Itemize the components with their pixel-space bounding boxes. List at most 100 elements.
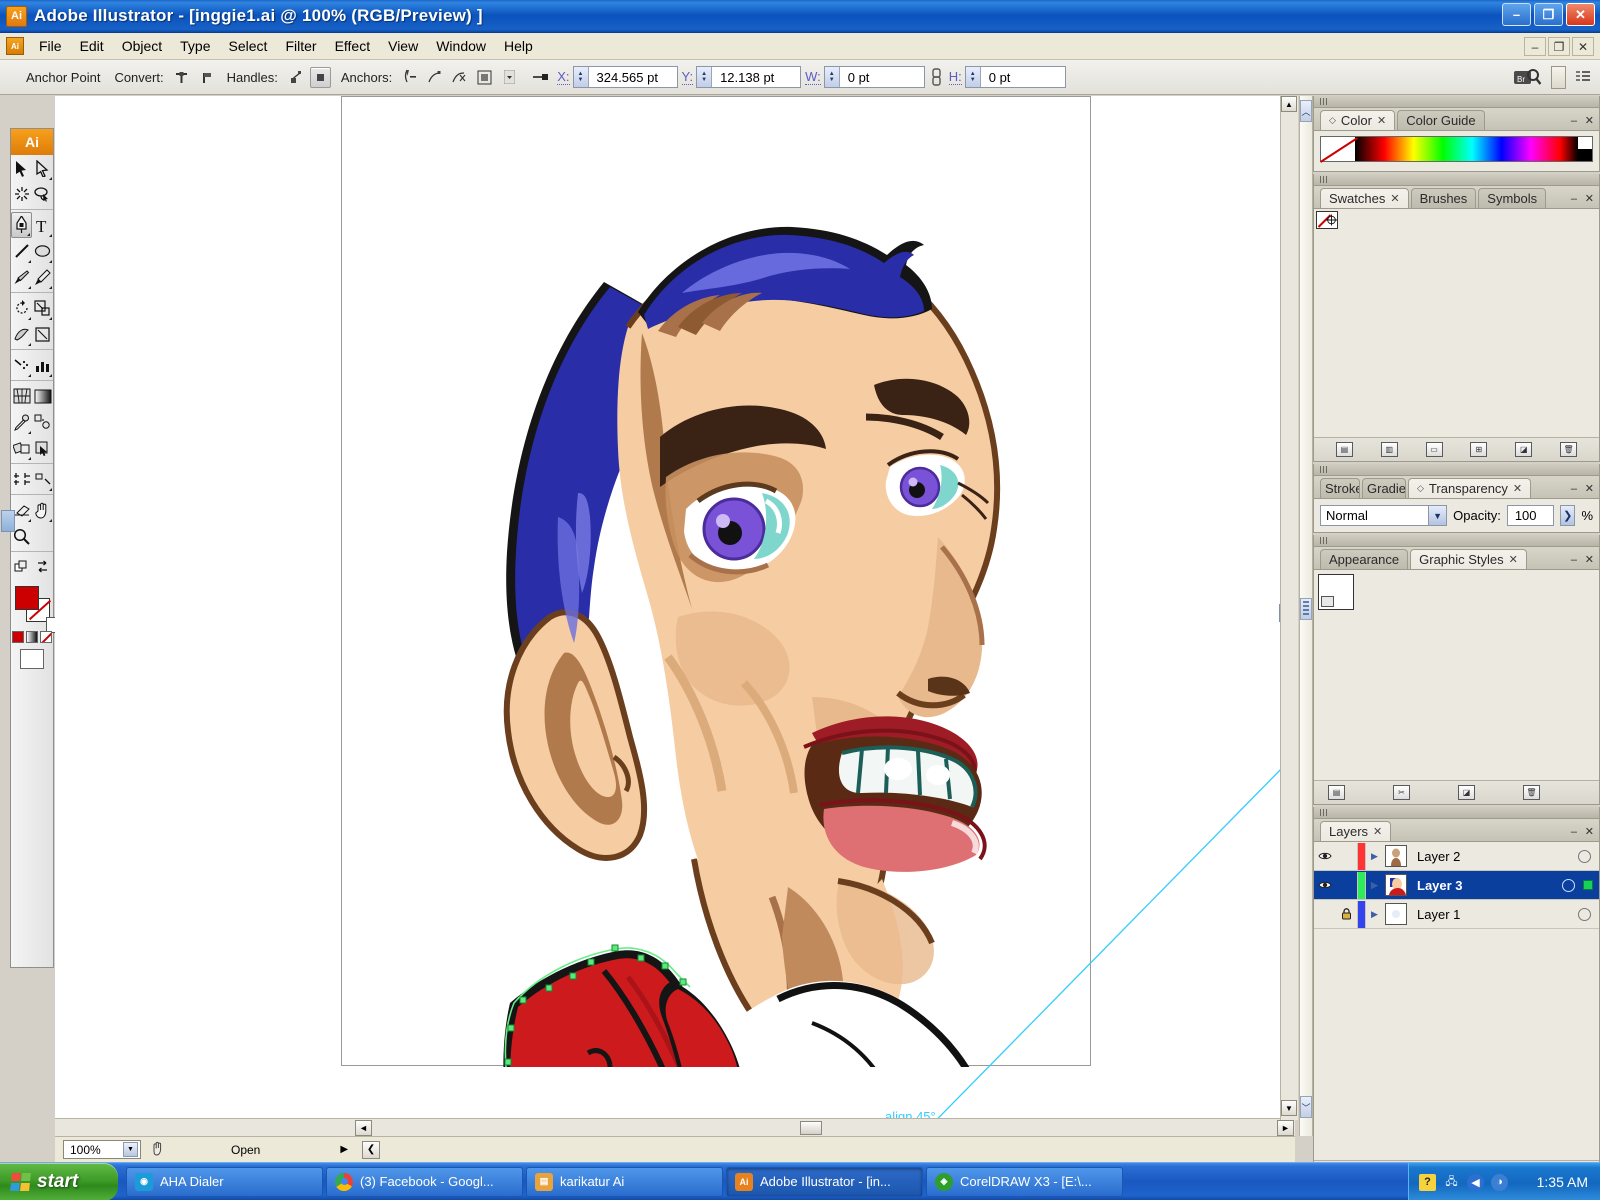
graphic-style-default[interactable] (1318, 574, 1354, 610)
go-to-bridge-icon[interactable]: Br (1512, 67, 1542, 88)
default-fill-stroke-icon[interactable] (11, 554, 32, 580)
fill-color-swatch[interactable] (15, 586, 39, 610)
layers-panel-grip[interactable] (1314, 807, 1599, 819)
new-swatch-icon[interactable]: ◪ (1515, 442, 1533, 457)
layer-row-layer-3[interactable]: ▶ Layer 3 (1314, 871, 1599, 900)
menu-item-file[interactable]: File (30, 35, 71, 57)
layer-target-circle-icon[interactable] (1578, 849, 1591, 863)
delete-graphic-style-icon[interactable]: 🗑 (1523, 785, 1540, 800)
tab-layers[interactable]: Layers ✕ (1320, 821, 1392, 841)
tab-transparency[interactable]: ◇ Transparency ✕ (1408, 478, 1532, 498)
layer-row-layer-1[interactable]: ▶ Layer 1 (1314, 900, 1599, 929)
status-hand-icon[interactable] (151, 1141, 165, 1159)
minimize-button[interactable]: – (1502, 3, 1531, 26)
tab-color-guide[interactable]: Color Guide (1397, 110, 1485, 130)
graphic-styles-panel-grip[interactable] (1314, 535, 1599, 547)
start-button[interactable]: start (0, 1162, 118, 1200)
maximize-button[interactable]: ❐ (1534, 3, 1563, 26)
graphic-styles-libraries-icon[interactable]: ▤ (1328, 785, 1345, 800)
vscroll-up-button[interactable]: ▲ (1281, 96, 1297, 112)
color-fill-mode-icon[interactable] (12, 631, 24, 643)
hscroll-thumb[interactable] (800, 1121, 822, 1135)
crop-area-tool[interactable] (11, 466, 32, 492)
delete-swatch-icon[interactable]: 🗑 (1560, 442, 1578, 457)
direct-selection-tool[interactable] (32, 155, 53, 181)
live-paint-bucket-tool[interactable] (11, 435, 32, 461)
vscroll-down-button[interactable]: ▼ (1281, 1100, 1297, 1116)
height-stepper[interactable]: ▲ ▼ (965, 67, 981, 87)
selection-tool[interactable] (11, 155, 32, 181)
graphic-styles-grid[interactable] (1314, 570, 1599, 780)
tab-layers-close-icon[interactable]: ✕ (1373, 825, 1382, 838)
blend-mode-dropdown-icon[interactable]: ▼ (1428, 506, 1447, 525)
security-icon[interactable]: ◑ (1491, 1173, 1508, 1191)
graphic-styles-panel-close-icon[interactable]: ✕ (1585, 553, 1594, 566)
tab-appearance[interactable]: Appearance (1320, 549, 1409, 569)
tab-color[interactable]: ◇ Color ✕ (1320, 110, 1396, 130)
close-button[interactable]: ✕ (1566, 3, 1595, 26)
convert-to-smooth-icon[interactable] (196, 67, 217, 88)
opacity-input[interactable]: 100 (1506, 505, 1555, 526)
line-segment-tool[interactable] (11, 238, 32, 264)
hscroll-right-button[interactable]: ► (1277, 1119, 1294, 1136)
cut-path-icon[interactable] (449, 67, 470, 88)
layer-name[interactable]: Layer 3 (1417, 878, 1562, 893)
tab-symbols[interactable]: Symbols (1478, 188, 1547, 208)
swatches-panel-grip[interactable] (1314, 174, 1599, 186)
taskbar-item-aha-dialer[interactable]: ◉ AHA Dialer (126, 1166, 323, 1197)
hide-handles-icon[interactable] (309, 66, 331, 88)
color-panel-minimize-icon[interactable]: – (1571, 115, 1577, 127)
tab-color-close-icon[interactable]: ✕ (1377, 114, 1386, 127)
document-minimize-button[interactable]: – (1524, 37, 1546, 56)
tab-brushes[interactable]: Brushes (1410, 188, 1477, 208)
transparency-panel-minimize-icon[interactable]: – (1571, 483, 1577, 495)
none-color-swatch[interactable] (1321, 137, 1355, 161)
color-panel-close-icon[interactable]: ✕ (1585, 114, 1594, 127)
menu-item-filter[interactable]: Filter (276, 35, 325, 57)
layers-panel-minimize-icon[interactable]: – (1571, 826, 1577, 838)
hand-tool[interactable] (32, 497, 53, 523)
tab-stroke[interactable]: Stroke (1320, 478, 1360, 498)
layer-disclosure-triangle-icon[interactable]: ▶ (1365, 871, 1383, 899)
layers-list[interactable]: ▶ Layer 2 ▶ Layer 3 ▶ Layer 1 (1314, 842, 1599, 1020)
new-graphic-style-icon[interactable]: ◪ (1458, 785, 1475, 800)
slice-tool[interactable] (32, 466, 53, 492)
document-close-button[interactable]: ✕ (1572, 37, 1594, 56)
lasso-tool[interactable] (32, 181, 53, 207)
help-balloon-icon[interactable]: ? (1419, 1173, 1436, 1191)
tab-swatches-close-icon[interactable]: ✕ (1390, 192, 1399, 205)
dock-panel-icon[interactable] (1300, 598, 1312, 620)
opacity-stepper-icon[interactable]: ❯ (1560, 505, 1576, 526)
y-coordinate-field[interactable]: ▲ ▼ (696, 66, 802, 88)
taskbar-item-adobe-illustrator[interactable]: Ai Adobe Illustrator - [in... (726, 1166, 923, 1197)
zoom-dropdown-arrow-icon[interactable]: ▼ (123, 1142, 138, 1157)
swap-fill-stroke-icon[interactable] (32, 554, 53, 580)
blend-tool[interactable] (32, 409, 53, 435)
layer-visibility-toggle[interactable] (1314, 872, 1336, 899)
graphic-styles-panel-minimize-icon[interactable]: – (1571, 554, 1577, 566)
layers-panel-close-icon[interactable]: ✕ (1585, 825, 1594, 838)
layer-disclosure-triangle-icon[interactable]: ▶ (1365, 842, 1383, 870)
magic-wand-tool[interactable] (11, 181, 32, 207)
tab-graphic-styles-close-icon[interactable]: ✕ (1509, 553, 1518, 566)
tab-graphic-styles[interactable]: Graphic Styles ✕ (1410, 549, 1527, 569)
x-coordinate-field[interactable]: ▲ ▼ (572, 66, 678, 88)
height-field[interactable]: ▲ ▼ (964, 66, 1066, 88)
tab-gradient[interactable]: Gradie (1362, 478, 1406, 498)
tab-transparency-close-icon[interactable]: ✕ (1513, 482, 1522, 495)
isolate-object-icon[interactable] (474, 67, 495, 88)
menu-item-type[interactable]: Type (171, 35, 219, 57)
scale-tool[interactable] (32, 295, 53, 321)
pen-tool[interactable] (11, 212, 32, 238)
swatch-options-icon[interactable]: ▭ (1425, 442, 1443, 457)
control-bar-menu-icon[interactable] (1575, 69, 1591, 85)
screen-mode-icon[interactable] (20, 649, 44, 669)
control-bar-swatch-icon[interactable] (1551, 65, 1566, 89)
dock-collapse-down-icon[interactable]: ﹀ (1300, 1096, 1312, 1118)
show-swatch-kinds-icon[interactable]: ▥ (1380, 442, 1398, 457)
paintbrush-tool[interactable] (11, 264, 32, 290)
status-prev-arrow-icon[interactable]: ❮ (362, 1140, 381, 1159)
mesh-tool[interactable] (11, 383, 32, 409)
taskbar-item-facebook-chrome[interactable]: (3) Facebook - Googl... (326, 1166, 523, 1197)
x-stepper[interactable]: ▲ ▼ (573, 67, 589, 87)
